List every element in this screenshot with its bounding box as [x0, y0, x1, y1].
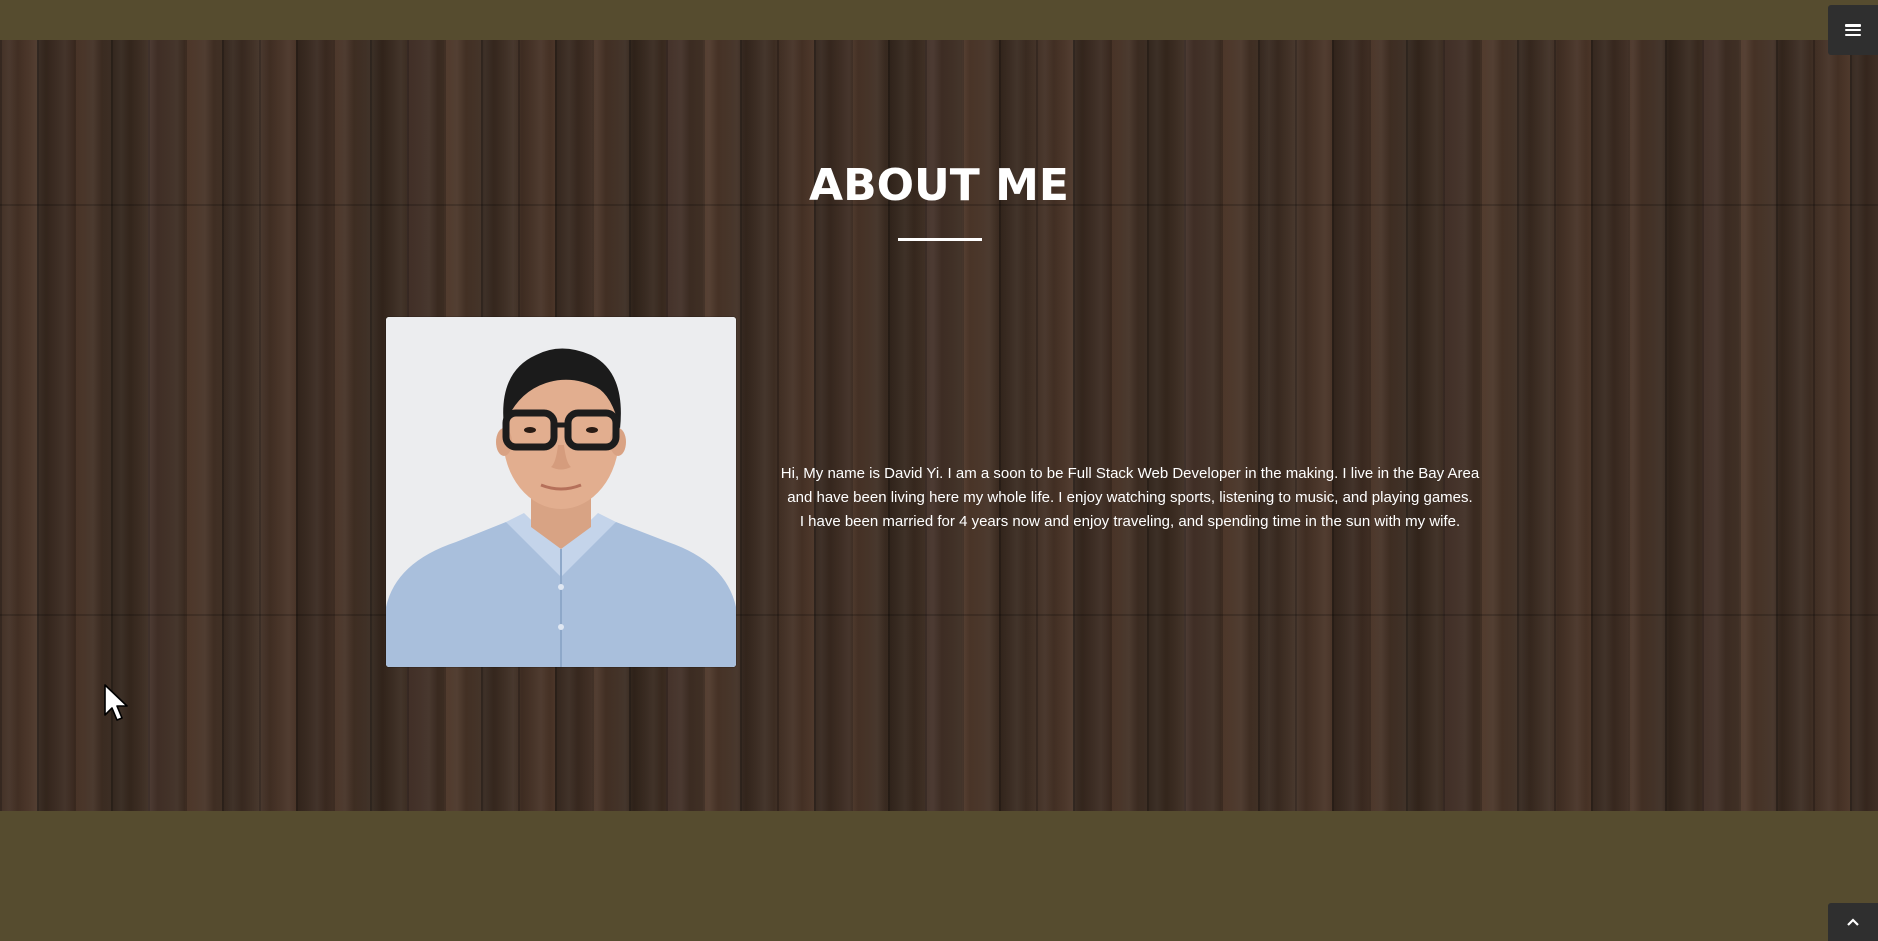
chevron-up-icon: [1847, 918, 1859, 926]
bio-text: Hi, My name is David Yi. I am a soon to …: [780, 462, 1480, 534]
bio-line: and have been living here my whole life.…: [787, 489, 1473, 506]
profile-photo: [386, 317, 736, 667]
hamburger-menu-icon: [1845, 24, 1861, 36]
bio-line: I have been married for 4 years now and …: [799, 513, 1461, 530]
section-title: ABOUT ME: [809, 160, 1069, 211]
menu-toggle-button[interactable]: [1828, 5, 1878, 55]
about-section: ABOUT ME Hi, My name is David Yi. I am a…: [0, 40, 1878, 811]
top-bar: [0, 0, 1878, 40]
title-underline: [898, 238, 982, 241]
bottom-area: [0, 811, 1878, 941]
scroll-to-top-button[interactable]: [1828, 903, 1878, 941]
page: ABOUT ME Hi, My name is David Yi. I am a…: [0, 0, 1878, 941]
bio-line: Hi, My name is David Yi. I am a soon to …: [780, 465, 1480, 482]
